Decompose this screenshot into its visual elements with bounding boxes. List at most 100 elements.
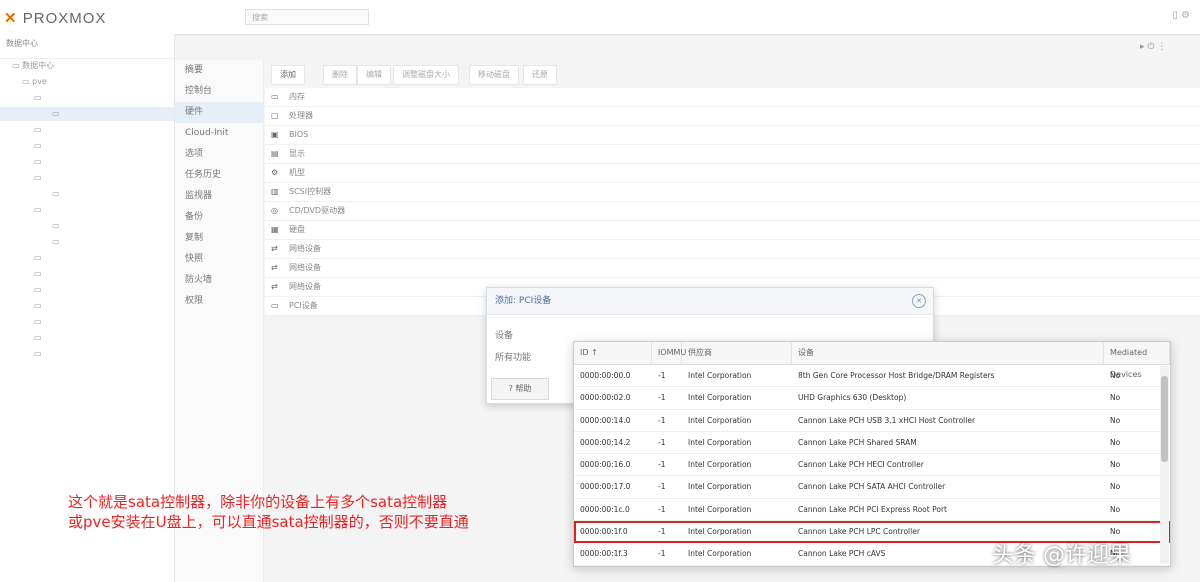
hardware-icon: ▤ xyxy=(271,149,279,158)
hardware-icon: ▢ xyxy=(271,111,279,120)
hardware-row[interactable]: ▢ 处理器 xyxy=(265,107,1200,126)
grid-scrollbar[interactable] xyxy=(1160,366,1169,564)
tree-item[interactable]: ▭ xyxy=(34,283,42,297)
grid-column-header[interactable]: ID ↑ xyxy=(574,342,652,364)
hardware-row[interactable]: ◎ CD/DVD驱动器 xyxy=(265,202,1200,221)
vm-menu-item[interactable]: 摘要 xyxy=(175,60,263,81)
hardware-row[interactable]: ▭ 内存 xyxy=(265,88,1200,107)
hardware-icon: ⚙ xyxy=(271,168,279,177)
tree-node-icon: ▭ xyxy=(34,205,42,214)
tree-node-icon: ▭ xyxy=(34,93,42,102)
vm-menu-item[interactable]: 快照 xyxy=(175,249,263,270)
doc-icon[interactable]: ▯ ⚙ xyxy=(1172,10,1190,21)
table-row[interactable]: 0000:00:14.0 -1 Intel Corporation Cannon La… xyxy=(574,410,1170,432)
table-row[interactable]: 0000:00:14.2 -1 Intel Corporation Cannon La… xyxy=(574,432,1170,455)
tree-item[interactable]: ▭ xyxy=(34,123,42,137)
grid-cell: 0000:00:16.0 xyxy=(580,460,631,470)
tree-item[interactable]: ▭ xyxy=(34,203,42,217)
tree-item[interactable]: ▭ xyxy=(34,267,42,281)
toolbar-button[interactable]: 还原 xyxy=(523,65,557,85)
grid-cell: Intel Corporation xyxy=(688,371,752,380)
hardware-row[interactable]: ▤ 显示 xyxy=(265,145,1200,164)
tree-item[interactable]: ▭ xyxy=(52,187,60,201)
tree-node-icon: ▭ xyxy=(52,109,60,118)
hardware-row[interactable]: ▣ BIOS xyxy=(265,126,1200,145)
tree-node-icon: ▭ xyxy=(34,285,42,294)
hardware-key: SCSI控制器 xyxy=(289,187,332,196)
grid-column-header[interactable]: IOMMU xyxy=(652,342,686,364)
hardware-icon: ▦ xyxy=(271,225,279,234)
vm-menu-item[interactable]: Cloud-Init xyxy=(175,123,263,144)
tree-node-icon: ▭ xyxy=(52,237,60,246)
table-row[interactable]: 0000:00:17.0 -1 Intel Corporation Cannon La… xyxy=(574,476,1170,499)
tree-item[interactable]: ▭ 数据中心 xyxy=(12,59,54,73)
table-row[interactable]: 0000:00:00.0 -1 Intel Corporation 8th Gen C… xyxy=(574,365,1170,388)
grid-cell: 0000:00:17.0 xyxy=(580,482,631,492)
hardware-key: 网络设备 xyxy=(289,263,321,272)
tree-item[interactable]: ▭ xyxy=(52,219,60,233)
grid-cell: Cannon Lake PCH HECI Controller xyxy=(798,460,924,470)
tree-item[interactable]: ▭ xyxy=(0,107,174,121)
vm-menu-item[interactable]: 复制 xyxy=(175,228,263,249)
device-label: 设备 xyxy=(495,331,514,341)
grid-cell: Cannon Lake PCH USB 3.1 xHCI Host Contro… xyxy=(798,415,976,425)
tree-item[interactable]: ▭ xyxy=(34,299,42,313)
table-row[interactable]: 0000:00:1c.0 -1 Intel Corporation Cannon La… xyxy=(574,499,1170,522)
close-icon[interactable]: ✕ xyxy=(912,294,926,308)
tree-node-icon: ▭ xyxy=(12,61,23,70)
vm-menu-item[interactable]: 备份 xyxy=(175,207,263,228)
grid-column-header[interactable]: 设备 xyxy=(792,342,1104,364)
tree-item[interactable]: ▭ xyxy=(34,91,42,105)
vm-menu-item[interactable]: 防火墙 xyxy=(175,270,263,291)
pci-device-grid[interactable]: ID ↑ IOMMU 供应商 设备 Mediated Devices 0000:00:0… xyxy=(573,341,1171,567)
proxmox-logo[interactable]: ✕ PROXMOX xyxy=(4,9,106,27)
grid-cell: Intel Corporation xyxy=(688,415,752,425)
table-row[interactable]: 0000:00:16.0 -1 Intel Corporation Cannon La… xyxy=(574,454,1170,477)
search-input[interactable]: 搜索 xyxy=(245,9,369,25)
hardware-row[interactable]: ▥ SCSI控制器 xyxy=(265,183,1200,202)
vm-menu-item[interactable]: 任务历史 xyxy=(175,165,263,186)
vm-menu-item[interactable]: 选项 xyxy=(175,144,263,165)
toolbar-button[interactable]: 编辑 xyxy=(357,65,391,85)
hardware-icon: ⇄ xyxy=(271,282,278,291)
vm-menu-item[interactable]: 监视器 xyxy=(175,186,263,207)
grid-cell: 0000:00:14.2 xyxy=(580,437,631,447)
tree-item[interactable]: ▭ xyxy=(34,331,42,345)
tree-item[interactable]: ▭ xyxy=(34,155,42,169)
vm-menu-item[interactable]: 控制台 xyxy=(175,81,263,102)
help-button[interactable]: ? 帮助 xyxy=(491,378,549,400)
table-row[interactable]: 0000:00:02.0 -1 Intel Corporation UHD Graph… xyxy=(574,387,1170,410)
vm-menu-item[interactable]: 硬件 xyxy=(175,102,263,123)
watermark: 头条 @许迎果 xyxy=(992,543,1131,568)
tree-item[interactable]: ▭ pve xyxy=(22,75,47,89)
vm-actions[interactable]: ▸ ⏻ ⋮ xyxy=(1140,42,1166,52)
tree-node-icon: ▭ xyxy=(34,317,42,326)
tree-item[interactable]: ▭ xyxy=(52,235,60,249)
grid-cell: 0000:00:14.0 xyxy=(580,415,631,425)
toolbar-button[interactable]: 添加 xyxy=(271,65,305,85)
grid-cell: Intel Corporation xyxy=(688,527,752,537)
toolbar-button[interactable]: 移动磁盘 xyxy=(469,65,519,85)
hardware-icon: ◎ xyxy=(271,206,278,215)
hardware-row[interactable]: ⇄ 网络设备 xyxy=(265,259,1200,278)
hardware-key: 内存 xyxy=(289,92,305,101)
toolbar-button[interactable]: 删除 xyxy=(323,65,357,85)
tree-item[interactable]: ▭ xyxy=(34,347,42,361)
tree-node-icon: ▭ xyxy=(34,349,42,358)
hardware-row[interactable]: ⚙ 机型 xyxy=(265,164,1200,183)
tree-item[interactable]: ▭ xyxy=(34,171,42,185)
grid-column-header[interactable]: Mediated Devices xyxy=(1104,342,1170,379)
tree-node-icon: ▭ xyxy=(34,141,42,150)
scrollbar-thumb[interactable] xyxy=(1161,376,1168,462)
tree-item[interactable]: ▭ xyxy=(34,251,42,265)
toolbar-button[interactable]: 调整磁盘大小 xyxy=(393,65,459,85)
vm-menu-item[interactable]: 权限 xyxy=(175,291,263,312)
tree-view-selector[interactable]: 数据中心 xyxy=(0,34,174,59)
hardware-row[interactable]: ▦ 硬盘 xyxy=(265,221,1200,240)
grid-cell: 0000:00:02.0 xyxy=(580,393,631,403)
all-functions-label: 所有功能 xyxy=(495,353,532,363)
tree-item[interactable]: ▭ xyxy=(34,315,42,329)
grid-column-header[interactable]: 供应商 xyxy=(682,342,792,364)
tree-item[interactable]: ▭ xyxy=(34,139,42,153)
hardware-row[interactable]: ⇄ 网络设备 xyxy=(265,240,1200,259)
